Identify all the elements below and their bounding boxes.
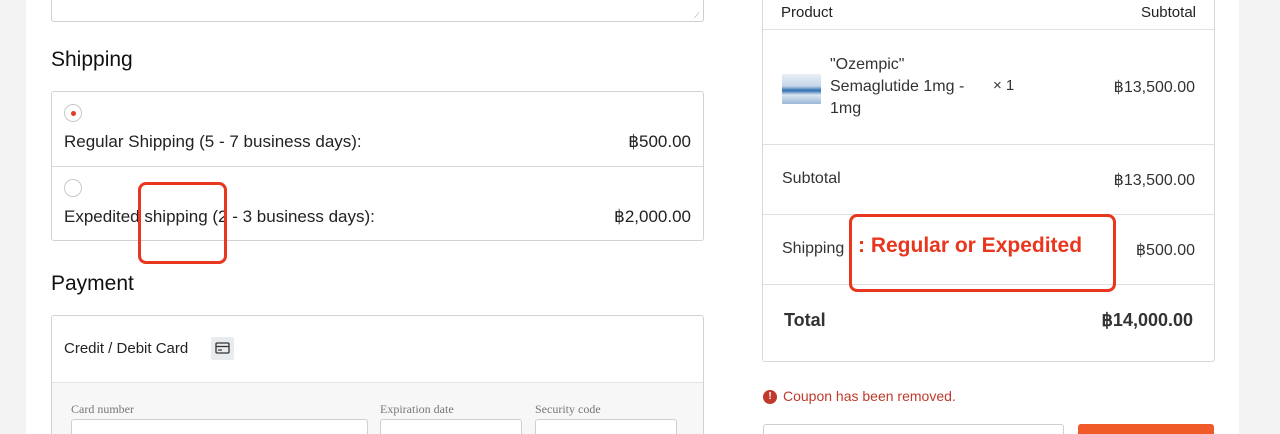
header-subtotal: Subtotal [1140, 4, 1196, 21]
apply-coupon-button[interactable] [1078, 424, 1214, 434]
expiration-date-label: Expiration date [380, 402, 454, 416]
subtotal-label: Subtotal [782, 170, 841, 187]
resize-grip-icon[interactable]: ⟋ [694, 12, 701, 20]
product-thumbnail [782, 74, 821, 104]
shipping-heading: Shipping [51, 48, 133, 71]
order-table-header: Product Subtotal [763, 0, 1214, 30]
product-name: "Ozempic" Semaglutide 1mg - 1mg [830, 56, 965, 117]
payment-method-label[interactable]: Credit / Debit Card [64, 340, 188, 357]
card-number-label: Card number [71, 402, 134, 416]
subtotal-row: Subtotal ฿13,500.00 [763, 145, 1214, 215]
coupon-message: Coupon has been removed. [783, 388, 956, 404]
subtotal-value: ฿13,500.00 [1113, 172, 1195, 189]
annotation-highlight-expedited [138, 182, 227, 264]
shipping-value: ฿500.00 [1135, 242, 1195, 259]
security-code-label: Security code [535, 402, 601, 416]
shipping-option-regular[interactable]: Regular Shipping (5 - 7 business days): … [52, 92, 703, 167]
payment-box: Credit / Debit Card Card number Expirati… [51, 315, 704, 434]
alert-circle-icon: ! [763, 390, 777, 404]
total-row: Total ฿14,000.00 [763, 285, 1214, 363]
shipping-option-price: ฿500.00 [628, 132, 691, 151]
total-label: Total [784, 310, 826, 330]
expiration-date-input[interactable] [380, 419, 522, 434]
order-summary: Product Subtotal "Ozempic" Semaglutide 1… [762, 0, 1215, 362]
security-code-input[interactable] [535, 419, 677, 434]
product-price: ฿13,500.00 [1113, 79, 1195, 96]
order-item-row: "Ozempic" Semaglutide 1mg - 1mg × 1 ฿13,… [763, 30, 1214, 145]
card-fields: Card number Expiration date Security cod… [52, 382, 703, 434]
coupon-code-input[interactable] [763, 424, 1064, 434]
credit-card-icon [211, 337, 234, 360]
shipping-label: Shipping [782, 240, 845, 257]
shipping-option-price: ฿2,000.00 [614, 207, 691, 226]
radio-expedited-shipping[interactable] [64, 179, 82, 197]
radio-regular-shipping[interactable] [64, 104, 82, 122]
card-number-input[interactable] [71, 419, 368, 434]
total-value: ฿14,000.00 [1101, 310, 1193, 330]
shipping-option-label: Regular Shipping (5 - 7 business days): [64, 132, 362, 151]
product-quantity: × 1 [993, 77, 1015, 94]
order-notes-textarea[interactable]: ⟋ [51, 0, 704, 22]
payment-heading: Payment [51, 272, 134, 295]
header-product: Product [781, 4, 833, 21]
annotation-text: : Regular or Expedited [858, 234, 1083, 257]
